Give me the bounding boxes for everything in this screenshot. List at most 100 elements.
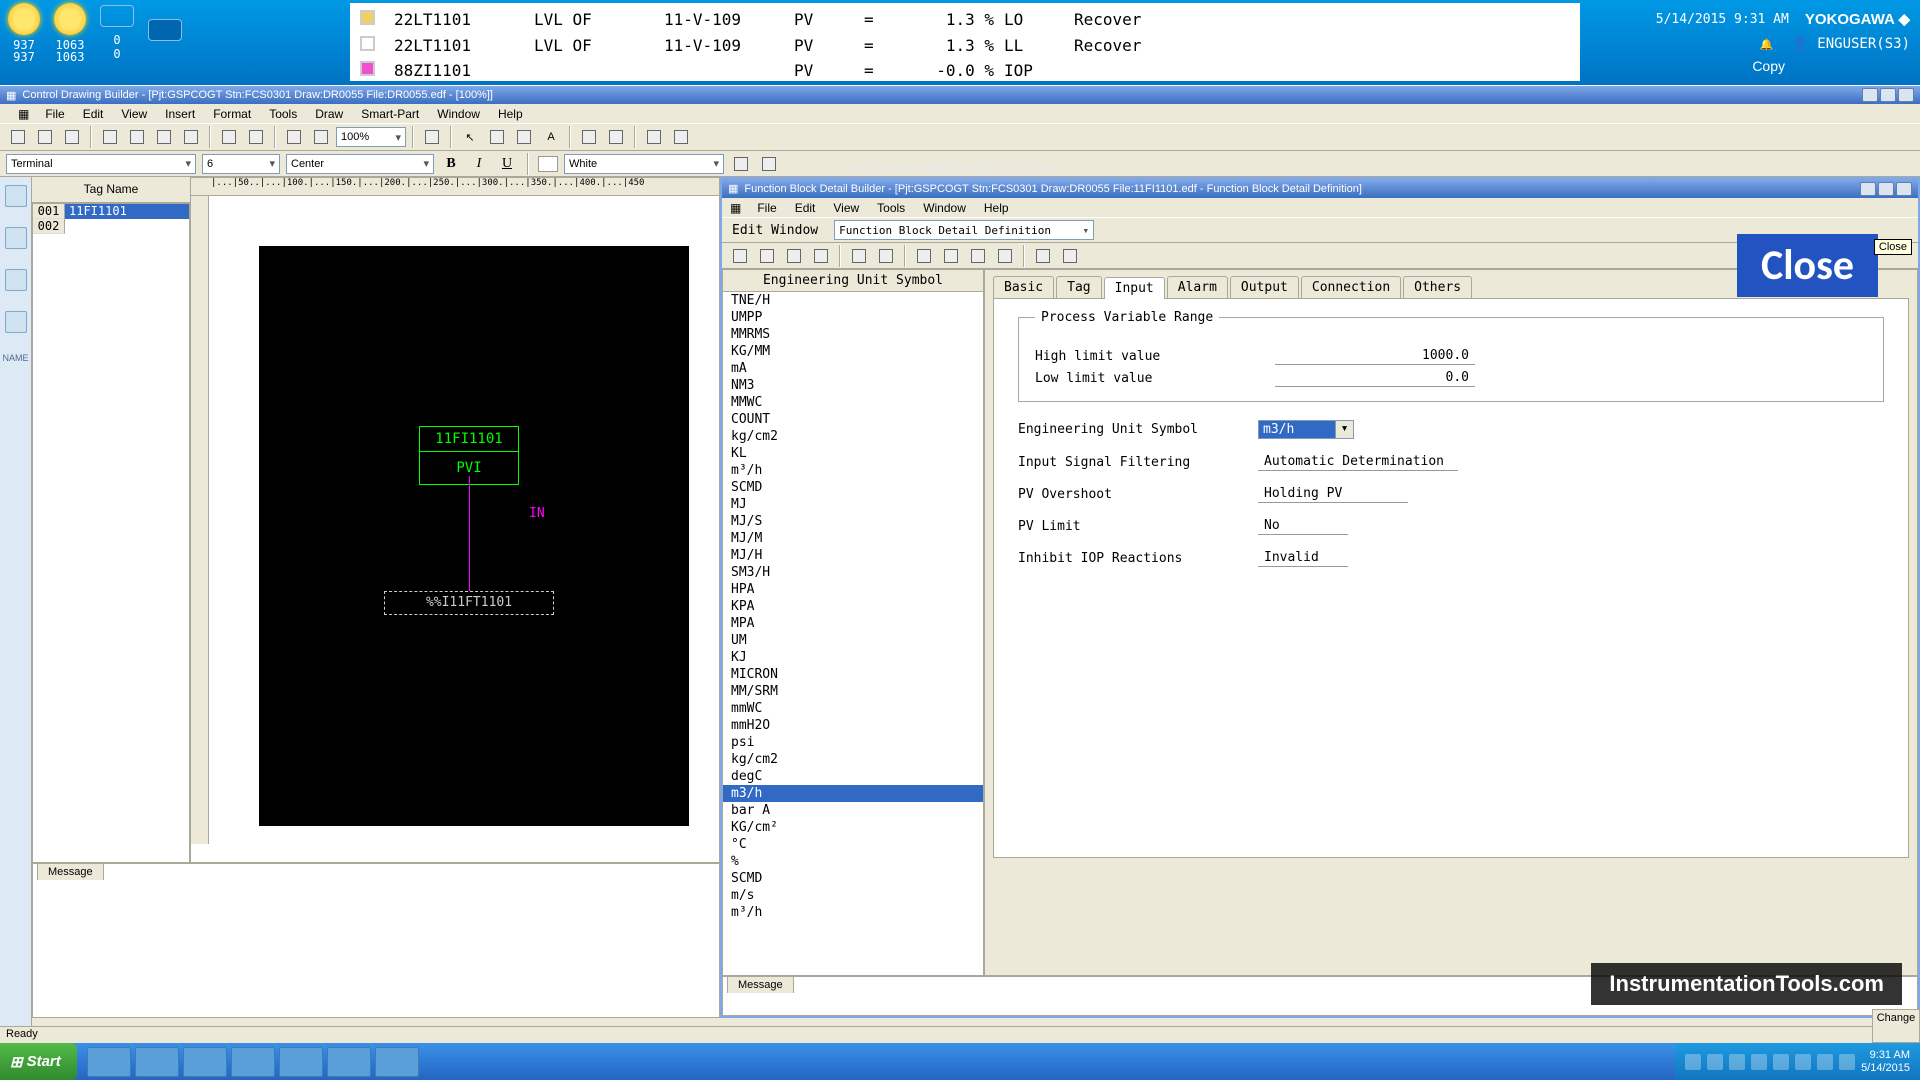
unit-option[interactable]: MPA bbox=[723, 615, 983, 632]
sub-close-button[interactable] bbox=[1896, 182, 1912, 196]
bell-icon[interactable]: 🔔 bbox=[1760, 38, 1774, 51]
undo-button[interactable] bbox=[217, 126, 241, 148]
unit-list[interactable]: TNE/HUMPPMMRMSKG/MMmANM3MMWCCOUNTkg/cm2K… bbox=[723, 292, 983, 975]
unit-option[interactable]: KG/MM bbox=[723, 343, 983, 360]
menu-window[interactable]: Window bbox=[429, 105, 488, 123]
strip-icon[interactable] bbox=[5, 185, 27, 207]
paste-button[interactable] bbox=[966, 245, 990, 267]
color-swatch[interactable] bbox=[538, 156, 558, 172]
copy-button[interactable] bbox=[939, 245, 963, 267]
menu-format[interactable]: Format bbox=[205, 105, 259, 123]
cut-button[interactable] bbox=[125, 126, 149, 148]
task-item[interactable] bbox=[375, 1047, 419, 1077]
tray-icon[interactable] bbox=[1751, 1054, 1767, 1070]
open-button[interactable] bbox=[728, 245, 752, 267]
menu-file[interactable]: File bbox=[749, 199, 784, 217]
unit-combo[interactable]: m3/h▾ bbox=[1258, 420, 1354, 439]
menu-edit[interactable]: Edit bbox=[787, 199, 824, 217]
btn-3[interactable] bbox=[782, 245, 806, 267]
sub-maximize-button[interactable] bbox=[1878, 182, 1894, 196]
tab-connection[interactable]: Connection bbox=[1301, 276, 1401, 298]
unit-option[interactable]: psi bbox=[723, 734, 983, 751]
strip-icon[interactable] bbox=[5, 311, 27, 333]
tray-icon[interactable] bbox=[1707, 1054, 1723, 1070]
view-btn-2[interactable] bbox=[1058, 245, 1082, 267]
unit-option[interactable]: SCMD bbox=[723, 479, 983, 496]
unit-option[interactable]: KPA bbox=[723, 598, 983, 615]
tree-row[interactable]: 002 bbox=[33, 219, 189, 234]
unit-option[interactable]: MMRMS bbox=[723, 326, 983, 343]
unit-option[interactable]: mmWC bbox=[723, 700, 983, 717]
unit-option[interactable]: KJ bbox=[723, 649, 983, 666]
underline-button[interactable]: U bbox=[496, 154, 518, 174]
print-button[interactable] bbox=[847, 245, 871, 267]
menu-edit[interactable]: Edit bbox=[75, 105, 112, 123]
open-button[interactable] bbox=[33, 126, 57, 148]
close-overlay[interactable]: Close bbox=[1737, 234, 1878, 297]
zoom-in-button[interactable] bbox=[282, 126, 306, 148]
unit-option[interactable]: MJ bbox=[723, 496, 983, 513]
low-limit-field[interactable]: 0.0 bbox=[1275, 369, 1475, 387]
print-button[interactable] bbox=[98, 126, 122, 148]
task-item[interactable] bbox=[231, 1047, 275, 1077]
fontsize-combo[interactable]: 6▾ bbox=[202, 154, 280, 174]
paste-button[interactable] bbox=[179, 126, 203, 148]
unit-option[interactable]: bar A bbox=[723, 802, 983, 819]
menu-tools[interactable]: Tools bbox=[261, 105, 305, 123]
menu-draw[interactable]: Draw bbox=[307, 105, 351, 123]
unit-option[interactable]: m³/h bbox=[723, 462, 983, 479]
unit-option[interactable]: m/s bbox=[723, 887, 983, 904]
unit-option[interactable]: degC bbox=[723, 768, 983, 785]
terminal-combo[interactable]: Terminal▾ bbox=[6, 154, 196, 174]
color-combo[interactable]: White▾ bbox=[564, 154, 724, 174]
edit-window-combo[interactable]: Function Block Detail Definition▾ bbox=[834, 220, 1094, 240]
strip-icon[interactable] bbox=[5, 227, 27, 249]
pointer-tool[interactable]: ↖ bbox=[458, 126, 482, 148]
unit-option[interactable]: MJ/H bbox=[723, 547, 983, 564]
zoom-out-button[interactable] bbox=[309, 126, 333, 148]
unit-option[interactable]: kg/cm2 bbox=[723, 751, 983, 768]
btn-4[interactable] bbox=[809, 245, 833, 267]
unit-option[interactable]: °C bbox=[723, 836, 983, 853]
italic-button[interactable]: I bbox=[468, 154, 490, 174]
unit-option[interactable]: SM3/H bbox=[723, 564, 983, 581]
unit-option[interactable]: m3/h bbox=[723, 785, 983, 802]
save-button[interactable] bbox=[60, 126, 84, 148]
unit-option[interactable]: TNE/H bbox=[723, 292, 983, 309]
pvlimit-field[interactable]: No bbox=[1258, 517, 1348, 535]
unit-option[interactable]: MICRON bbox=[723, 666, 983, 683]
menu-view[interactable]: View bbox=[113, 105, 155, 123]
tab-tag[interactable]: Tag bbox=[1056, 276, 1101, 298]
misc-btn-2[interactable] bbox=[758, 154, 780, 174]
tray-icon[interactable] bbox=[1839, 1054, 1855, 1070]
iop-field[interactable]: Invalid bbox=[1258, 549, 1348, 567]
unit-option[interactable]: NM3 bbox=[723, 377, 983, 394]
task-item[interactable] bbox=[135, 1047, 179, 1077]
unit-option[interactable]: MMWC bbox=[723, 394, 983, 411]
btn-x[interactable] bbox=[993, 245, 1017, 267]
zoom-combo[interactable]: 100%▾ bbox=[336, 127, 406, 147]
tab-alarm[interactable]: Alarm bbox=[1167, 276, 1228, 298]
strip-icon[interactable] bbox=[5, 269, 27, 291]
menu-view[interactable]: View bbox=[825, 199, 867, 217]
menu-help[interactable]: Help bbox=[490, 105, 531, 123]
menu-window[interactable]: Window bbox=[915, 199, 974, 217]
unit-option[interactable]: COUNT bbox=[723, 411, 983, 428]
preview-button[interactable] bbox=[874, 245, 898, 267]
unit-option[interactable]: KG/cm² bbox=[723, 819, 983, 836]
tab-input[interactable]: Input bbox=[1104, 277, 1165, 299]
tool-2[interactable] bbox=[485, 126, 509, 148]
alarm-row[interactable]: 88ZI1101PV=-0.0 %IOP bbox=[360, 58, 1570, 84]
unit-option[interactable]: UMPP bbox=[723, 309, 983, 326]
tab-basic[interactable]: Basic bbox=[993, 276, 1054, 298]
menu-help[interactable]: Help bbox=[976, 199, 1017, 217]
copy-button[interactable] bbox=[152, 126, 176, 148]
source-block[interactable]: %%I11FT1101 bbox=[384, 591, 554, 615]
save-button[interactable] bbox=[755, 245, 779, 267]
tool-3[interactable] bbox=[512, 126, 536, 148]
unit-option[interactable]: UM bbox=[723, 632, 983, 649]
view-btn-1[interactable] bbox=[1031, 245, 1055, 267]
bold-button[interactable]: B bbox=[440, 154, 462, 174]
maximize-button[interactable] bbox=[1880, 88, 1896, 102]
tray-icon[interactable] bbox=[1817, 1054, 1833, 1070]
